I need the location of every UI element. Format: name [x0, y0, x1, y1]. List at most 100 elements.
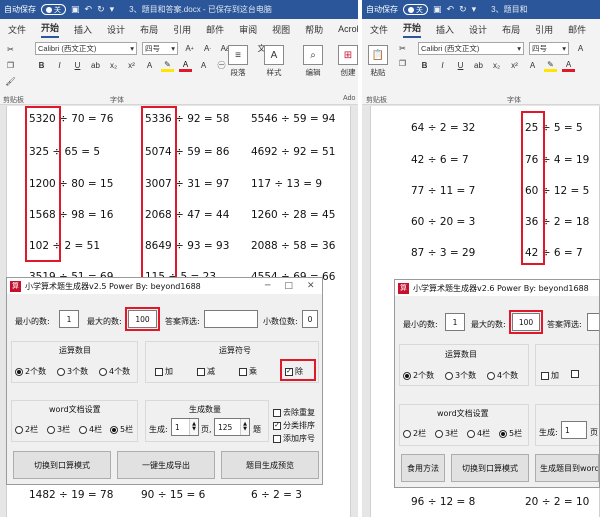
radio-4-columns[interactable]: 4栏 [79, 424, 102, 435]
underline-icon[interactable]: U [71, 59, 84, 72]
checkbox-add-numbering[interactable]: 添加序号 [273, 433, 315, 444]
tab-references[interactable]: 引用 [535, 23, 553, 36]
radio-4-numbers[interactable]: 4个数 [487, 370, 518, 381]
italic-icon[interactable]: I [53, 59, 66, 72]
customize-quick-access-icon[interactable]: ▾ [472, 4, 477, 15]
bold-icon[interactable]: B [418, 59, 431, 72]
tab-home[interactable]: 开始 [41, 21, 60, 38]
tab-insert[interactable]: 插入 [74, 23, 92, 36]
minimize-icon[interactable]: ─ [265, 281, 270, 291]
copy-icon[interactable]: ❐ [396, 57, 409, 70]
subscript-icon[interactable]: x₂ [490, 59, 503, 72]
strikethrough-icon[interactable]: ab [472, 59, 485, 72]
font-size-select[interactable]: 四号 ▾ [142, 42, 178, 55]
radio-2-columns[interactable]: 2栏 [15, 424, 38, 435]
tab-file[interactable]: 文件 [8, 23, 26, 36]
tab-file[interactable]: 文件 [370, 23, 388, 36]
tab-help[interactable]: 帮助 [305, 23, 323, 36]
radio-4-numbers[interactable]: 4个数 [99, 366, 130, 377]
styles-button[interactable]: A 样式 [264, 45, 284, 78]
radio-3-columns[interactable]: 3栏 [47, 424, 70, 435]
tab-layout[interactable]: 布局 [140, 23, 158, 36]
highlight-icon[interactable]: ✎ [161, 59, 174, 72]
superscript-icon[interactable]: x² [508, 59, 521, 72]
tab-acrobat[interactable]: Acrobat [338, 24, 358, 34]
subscript-icon[interactable]: x₂ [107, 59, 120, 72]
switch-oral-mode-button[interactable]: 切换到口算模式 [13, 451, 111, 479]
redo-icon[interactable]: ↻ [459, 4, 467, 15]
font-color-icon[interactable]: A [179, 59, 192, 72]
editing-button[interactable]: ⌕ 编辑 [303, 45, 323, 78]
grow-font-icon[interactable]: A [574, 42, 587, 55]
cut-icon[interactable]: ✂ [4, 43, 17, 56]
font-name-select[interactable]: Calibri (西文正文) ▾ [418, 42, 524, 55]
copy-icon[interactable]: ❐ [4, 59, 17, 72]
checkbox-multiply[interactable]: 乘 [239, 366, 257, 377]
radio-2-numbers[interactable]: 2个数 [15, 366, 46, 377]
radio-3-numbers[interactable]: 3个数 [57, 366, 88, 377]
tab-references[interactable]: 引用 [173, 23, 191, 36]
tab-home[interactable]: 开始 [403, 21, 422, 38]
checkbox-subtract[interactable]: 减 [197, 366, 215, 377]
superscript-icon[interactable]: x² [125, 59, 138, 72]
save-icon[interactable]: ▣ [433, 4, 442, 15]
autosave-toggle[interactable]: 关 [41, 4, 66, 15]
strikethrough-icon[interactable]: ab [89, 59, 102, 72]
tab-mailings[interactable]: 邮件 [206, 23, 224, 36]
close-icon[interactable]: ✕ [307, 281, 315, 291]
pages-stepper[interactable]: 1 [561, 421, 587, 439]
radio-3-columns[interactable]: 3栏 [435, 428, 458, 439]
radio-5-columns[interactable]: 5栏 [110, 424, 133, 435]
tab-design[interactable]: 设计 [107, 23, 125, 36]
tab-mailings[interactable]: 邮件 [568, 23, 586, 36]
generate-to-word-button[interactable]: 生成题目到word [535, 454, 599, 482]
checkbox-add[interactable]: 加 [155, 366, 173, 377]
font-size-select[interactable]: 四号 ▾ [529, 42, 569, 55]
radio-4-columns[interactable]: 4栏 [467, 428, 490, 439]
cut-icon[interactable]: ✂ [396, 42, 409, 55]
preview-button[interactable]: 题目生成预览 [221, 451, 319, 479]
maximize-icon[interactable]: □ [284, 281, 293, 291]
answer-filter-input[interactable] [204, 310, 258, 328]
count-spin-buttons[interactable]: ▲ ▼ [240, 419, 249, 435]
usage-guide-button[interactable]: 食用方法 [401, 454, 445, 482]
font-color-icon[interactable]: A [562, 59, 575, 72]
answer-filter-input[interactable] [587, 313, 599, 331]
italic-icon[interactable]: I [436, 59, 449, 72]
checkbox-add[interactable]: 加 [541, 370, 559, 381]
underline-icon[interactable]: U [454, 59, 467, 72]
save-icon[interactable]: ▣ [71, 4, 80, 15]
min-number-input[interactable]: 1 [59, 310, 79, 328]
grow-font-icon[interactable]: A + [183, 42, 196, 55]
radio-3-numbers[interactable]: 3个数 [445, 370, 476, 381]
switch-oral-mode-button[interactable]: 切换到口算模式 [451, 454, 529, 482]
paragraph-button[interactable]: ≡ 段落 [228, 45, 248, 78]
autosave-toggle[interactable]: 关 [403, 4, 428, 15]
radio-5-columns[interactable]: 5栏 [499, 428, 522, 439]
enclose-char-icon[interactable]: ㊀ [215, 59, 228, 72]
undo-icon[interactable]: ↶ [85, 4, 93, 15]
font-name-select[interactable]: Calibri (西文正文) ▾ [35, 42, 137, 55]
radio-2-columns[interactable]: 2栏 [403, 428, 426, 439]
min-number-input[interactable]: 1 [445, 313, 465, 331]
checkbox-sort-by-category[interactable]: ✓ 分类排序 [273, 420, 315, 431]
one-click-export-button[interactable]: 一键生成导出 [117, 451, 215, 479]
paste-button[interactable]: 📋 粘贴 [368, 45, 388, 78]
redo-icon[interactable]: ↻ [97, 4, 105, 15]
text-effects-icon[interactable]: A [526, 59, 539, 72]
tab-layout[interactable]: 布局 [502, 23, 520, 36]
shrink-font-icon[interactable]: A- [201, 42, 214, 55]
pages-spin-buttons[interactable]: ▲ ▼ [189, 419, 198, 435]
format-painter-icon[interactable]: 🖌 [4, 75, 17, 88]
highlight-icon[interactable]: ✎ [544, 59, 557, 72]
customize-quick-access-icon[interactable]: ▾ [110, 4, 115, 15]
checkbox-remove-duplicates[interactable]: 去除重复 [273, 407, 315, 418]
tab-insert[interactable]: 插入 [436, 23, 454, 36]
tab-review[interactable]: 审阅 [239, 23, 257, 36]
tab-design[interactable]: 设计 [469, 23, 487, 36]
bold-icon[interactable]: B [35, 59, 48, 72]
checkbox-subtract[interactable] [571, 370, 579, 378]
radio-2-numbers[interactable]: 2个数 [403, 370, 434, 381]
char-shading-icon[interactable]: A [197, 59, 210, 72]
decimal-places-input[interactable]: 0 [302, 310, 318, 328]
